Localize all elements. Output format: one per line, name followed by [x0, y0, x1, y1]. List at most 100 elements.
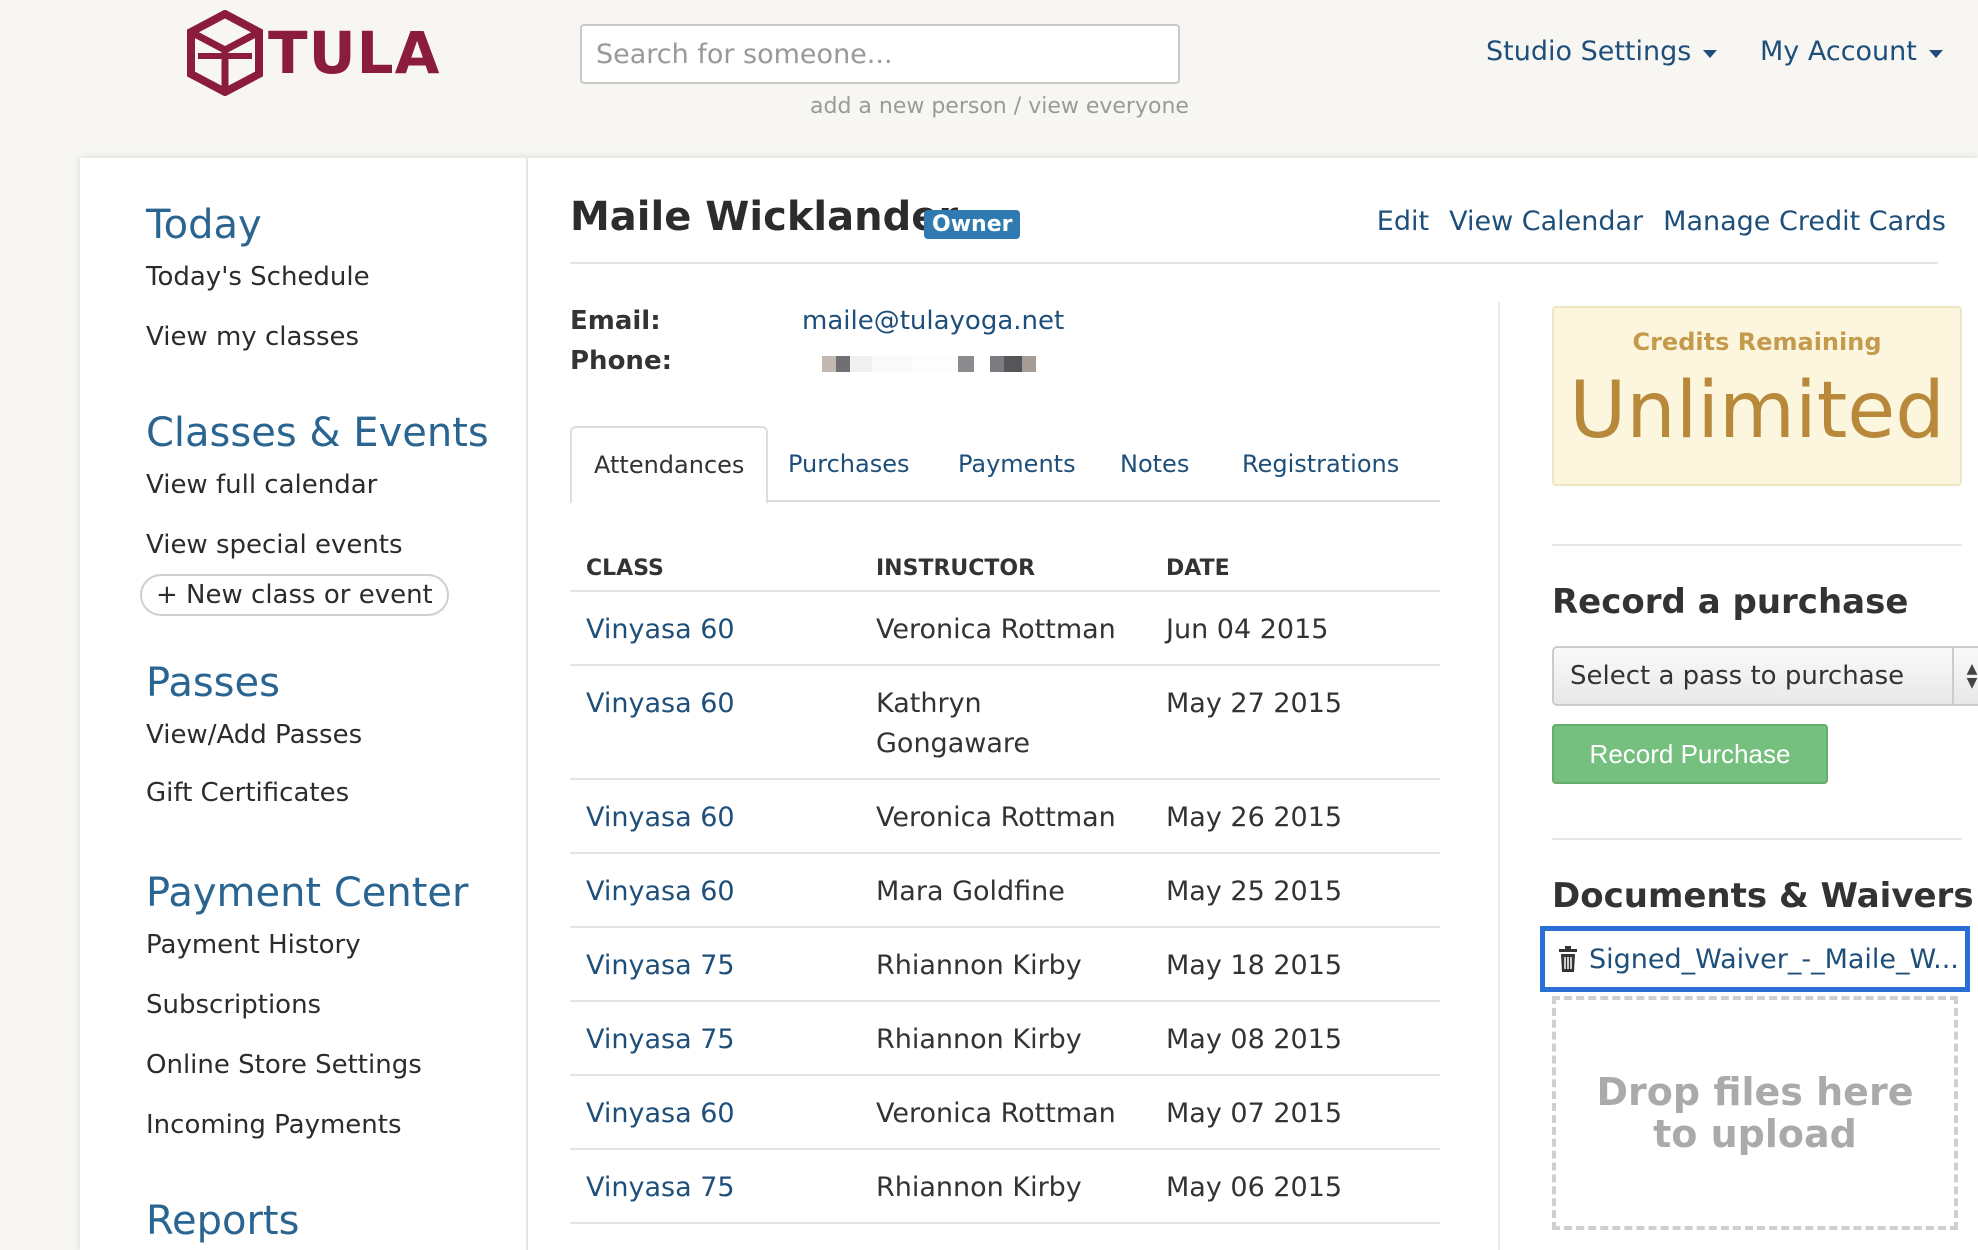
column-divider	[1498, 302, 1500, 1250]
class-link[interactable]: Vinyasa 60	[586, 610, 735, 650]
credits-value: Unlimited	[1569, 366, 1945, 456]
class-link[interactable]: Vinyasa 75	[586, 946, 735, 986]
instructor-cell: Veronica Rottman	[876, 802, 1116, 833]
email-label: Email:	[570, 306, 661, 336]
new-class-button[interactable]: + New class or event	[140, 574, 449, 616]
date-cell: May 08 2015	[1166, 1024, 1343, 1055]
profile-content: Maile Wicklander Owner Edit View Calenda…	[570, 158, 1978, 1250]
waiver-file-link[interactable]: Signed_Waiver_-_Maile_W...	[1589, 944, 1959, 975]
class-link[interactable]: Vinyasa 60	[586, 684, 735, 724]
sidebar-heading-today: Today	[146, 202, 262, 248]
instructor-cell: Kathryn Gongaware	[876, 688, 1030, 759]
instructor-cell: Veronica Rottman	[876, 614, 1116, 645]
sidebar-item-view-add-passes[interactable]: View/Add Passes	[146, 720, 362, 778]
class-link[interactable]: Vinyasa 60	[586, 872, 735, 912]
table-header: CLASS INSTRUCTOR DATE	[570, 518, 1440, 592]
column-header-date: DATE	[1166, 556, 1230, 581]
instructor-cell: Rhiannon Kirby	[876, 1024, 1082, 1055]
instructor-cell: Veronica Rottman	[876, 1098, 1116, 1129]
record-purchase-button[interactable]: Record Purchase	[1552, 724, 1828, 784]
chevron-down-icon	[1703, 49, 1718, 58]
tab-payments[interactable]: Payments	[958, 426, 1076, 502]
file-dropzone[interactable]: Drop files here to upload	[1552, 996, 1958, 1230]
date-cell: May 07 2015	[1166, 1098, 1343, 1129]
email-link[interactable]: maile@tulayoga.net	[802, 306, 1064, 336]
attendances-table: CLASS INSTRUCTOR DATE Vinyasa 60 Veronic…	[570, 518, 1440, 1224]
tab-attendances[interactable]: Attendances	[570, 426, 769, 504]
divider	[1552, 838, 1962, 840]
sidebar-item-online-store[interactable]: Online Store Settings	[146, 1050, 468, 1110]
top-bar: TULA add a new person / view everyone St…	[0, 0, 1978, 160]
pass-select[interactable]: Select a pass to purchase ▲ ▼	[1552, 646, 1978, 706]
table-row: Vinyasa 75 Rhiannon Kirby May 06 2015	[570, 1150, 1440, 1224]
credits-panel: Credits Remaining Unlimited	[1552, 306, 1962, 486]
table-row: Vinyasa 60 Mara Goldfine May 25 2015	[570, 854, 1440, 928]
table-row: Vinyasa 60 Kathryn Gongaware May 27 2015	[570, 666, 1440, 780]
tab-notes[interactable]: Notes	[1120, 426, 1189, 502]
tab-registrations[interactable]: Registrations	[1242, 426, 1399, 502]
table-row: Vinyasa 60 Veronica Rottman May 07 2015	[570, 1076, 1440, 1150]
sidebar-item-special-events[interactable]: View special events	[146, 530, 489, 562]
sidebar-group-payment: Payment Center Payment History Subscript…	[146, 870, 468, 1170]
sidebar-heading-reports: Reports	[146, 1198, 300, 1244]
documents-heading: Documents & Waivers	[1552, 876, 1974, 916]
sidebar-group-reports: Reports	[146, 1198, 299, 1250]
date-cell: May 18 2015	[1166, 950, 1343, 981]
trash-icon[interactable]	[1557, 946, 1579, 972]
logo-text: TULA	[268, 19, 441, 87]
date-cell: May 25 2015	[1166, 876, 1343, 907]
link-separator: /	[1013, 94, 1022, 119]
sidebar-item-gift-certificates[interactable]: Gift Certificates	[146, 778, 362, 838]
sidebar-item-view-my-classes[interactable]: View my classes	[146, 322, 370, 382]
table-row: Vinyasa 60 Veronica Rottman May 26 2015	[570, 780, 1440, 854]
sidebar-group-passes: Passes View/Add Passes Gift Certificates	[146, 660, 362, 838]
column-header-instructor: INSTRUCTOR	[876, 556, 1036, 581]
phone-value-redacted	[822, 356, 1036, 372]
date-cell: May 26 2015	[1166, 802, 1343, 833]
main-card: Today Today's Schedule View my classes C…	[80, 158, 1978, 1250]
owner-badge: Owner	[924, 210, 1021, 239]
sidebar-item-payment-history[interactable]: Payment History	[146, 930, 468, 990]
view-everyone-link[interactable]: view everyone	[1028, 94, 1189, 119]
class-link[interactable]: Vinyasa 75	[586, 1020, 735, 1060]
sidebar-group-today: Today Today's Schedule View my classes	[146, 202, 370, 382]
date-cell: Jun 04 2015	[1166, 614, 1329, 645]
table-row: Vinyasa 75 Rhiannon Kirby May 08 2015	[570, 1002, 1440, 1076]
my-account-label: My Account	[1760, 36, 1917, 67]
tab-purchases[interactable]: Purchases	[788, 426, 910, 502]
studio-settings-menu[interactable]: Studio Settings	[1486, 36, 1718, 67]
sidebar-group-classes: Classes & Events View full calendar View…	[140, 410, 489, 616]
sidebar-heading-classes: Classes & Events	[146, 410, 489, 456]
date-cell: May 06 2015	[1166, 1172, 1343, 1203]
waiver-file-item[interactable]: Signed_Waiver_-_Maile_W...	[1540, 926, 1970, 992]
sidebar-item-incoming-payments[interactable]: Incoming Payments	[146, 1110, 468, 1170]
class-link[interactable]: Vinyasa 75	[586, 1168, 735, 1208]
select-arrows-icon: ▲ ▼	[1952, 648, 1978, 704]
phone-label: Phone:	[570, 346, 672, 376]
profile-tabs: Attendances Purchases Payments Notes Reg…	[570, 426, 1440, 504]
edit-link[interactable]: Edit	[1377, 206, 1429, 237]
tula-logo-icon	[187, 10, 263, 96]
sidebar-item-subscriptions[interactable]: Subscriptions	[146, 990, 468, 1050]
sidebar-heading-passes: Passes	[146, 660, 280, 706]
my-account-menu[interactable]: My Account	[1760, 36, 1943, 67]
divider	[1552, 544, 1962, 546]
table-row: Vinyasa 60 Veronica Rottman Jun 04 2015	[570, 592, 1440, 666]
search-input[interactable]	[580, 24, 1180, 84]
add-person-link[interactable]: add a new person	[810, 94, 1007, 119]
class-link[interactable]: Vinyasa 60	[586, 798, 735, 838]
class-link[interactable]: Vinyasa 60	[586, 1094, 735, 1134]
sidebar: Today Today's Schedule View my classes C…	[80, 158, 528, 1250]
pass-select-value: Select a pass to purchase	[1570, 661, 1905, 691]
dropzone-text-line2: to upload	[1653, 1112, 1857, 1156]
date-cell: May 27 2015	[1166, 688, 1343, 719]
record-purchase-heading: Record a purchase	[1552, 582, 1909, 622]
column-header-class: CLASS	[586, 556, 664, 581]
sidebar-item-full-calendar[interactable]: View full calendar	[146, 470, 489, 530]
search-sub-links: add a new person / view everyone	[810, 94, 1189, 119]
chevron-down-icon	[1928, 49, 1943, 58]
instructor-cell: Rhiannon Kirby	[876, 1172, 1082, 1203]
tula-logo[interactable]: TULA	[186, 10, 441, 96]
sidebar-heading-payment: Payment Center	[146, 870, 469, 916]
sidebar-item-todays-schedule[interactable]: Today's Schedule	[146, 262, 370, 322]
